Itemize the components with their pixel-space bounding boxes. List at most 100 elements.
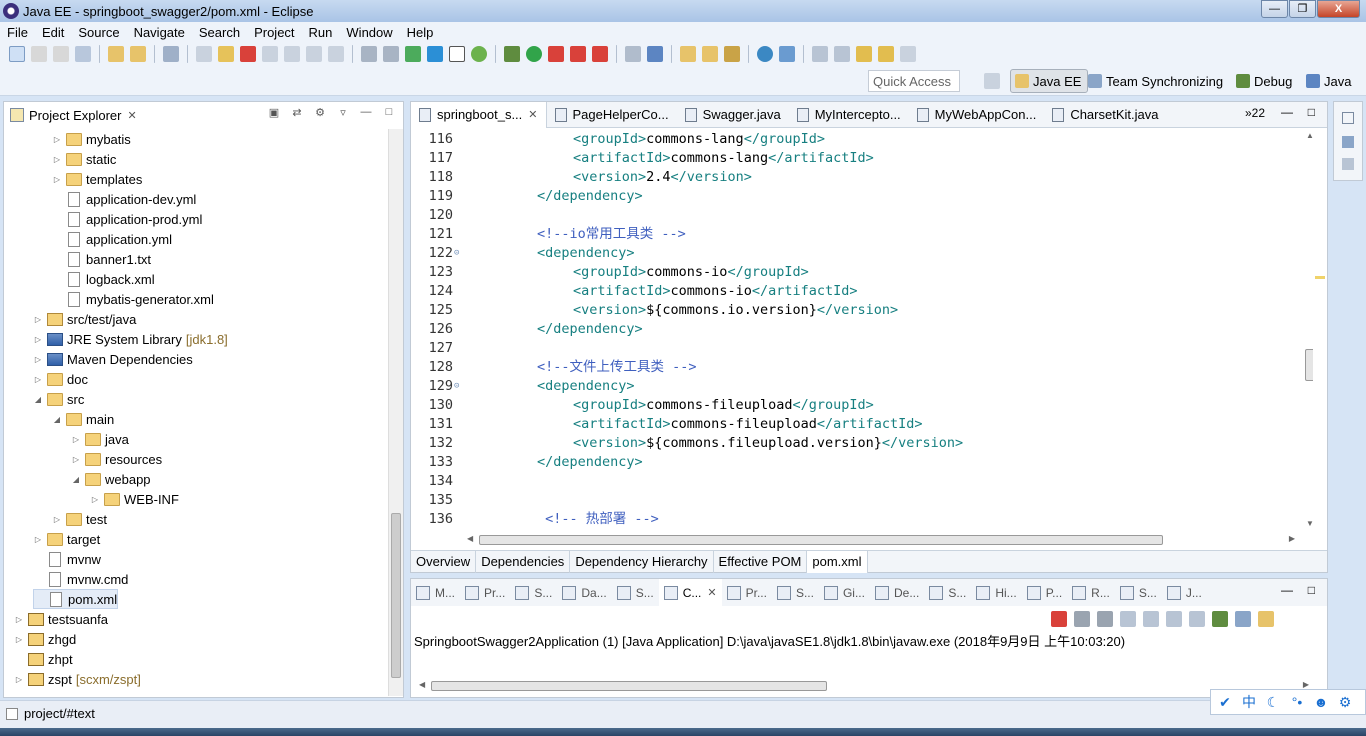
expand-arrow-icon[interactable]: ▷: [52, 175, 62, 184]
close-icon[interactable]: ✕: [528, 108, 537, 121]
back-icon[interactable]: [878, 46, 894, 62]
tree-item[interactable]: banner1.txt: [52, 249, 151, 269]
console-view-tab[interactable]: Gi...: [819, 579, 870, 606]
tree-item[interactable]: ▷ resources: [71, 449, 162, 469]
warning-marker[interactable]: [1315, 276, 1325, 279]
tree-item[interactable]: ▷ zhgd: [14, 629, 76, 649]
expand-arrow-icon[interactable]: ▷: [52, 515, 62, 524]
web-browser-icon[interactable]: [779, 46, 795, 62]
expand-arrow-icon[interactable]: ▷: [14, 675, 24, 684]
new-icon[interactable]: [9, 46, 25, 62]
menu-run[interactable]: Run: [302, 25, 340, 40]
open-resource-icon[interactable]: [702, 46, 718, 62]
task-list-icon[interactable]: [1342, 158, 1354, 170]
console-view-tab[interactable]: Pr...: [460, 579, 510, 606]
minimize-view-icon[interactable]: —: [358, 106, 374, 122]
globe-icon[interactable]: [757, 46, 773, 62]
word-wrap-icon[interactable]: [1166, 611, 1182, 627]
tree-item[interactable]: ▷ Maven Dependencies: [33, 349, 193, 369]
remove-all-launches-icon[interactable]: [1097, 611, 1113, 627]
tree-item[interactable]: ▷ static: [52, 149, 116, 169]
pom-tab[interactable]: Overview: [411, 551, 477, 573]
refresh-icon[interactable]: [471, 46, 487, 62]
maximize-editor-icon[interactable]: □: [1308, 105, 1315, 119]
step-over-icon[interactable]: [306, 46, 322, 62]
console-view-tab[interactable]: Da...: [557, 579, 611, 606]
filter-icon[interactable]: ⚙: [312, 106, 328, 122]
text-a-icon[interactable]: [427, 46, 443, 62]
console-view-tab[interactable]: R...: [1067, 579, 1115, 606]
remove-launch-icon[interactable]: [1074, 611, 1090, 627]
debug-icon[interactable]: [504, 46, 520, 62]
expand-arrow-icon[interactable]: ▷: [33, 335, 43, 344]
link-with-editor-icon[interactable]: ⇄: [289, 106, 305, 122]
stop-server-icon[interactable]: [570, 46, 586, 62]
tree-item[interactable]: ◢ main: [52, 409, 114, 429]
expand-arrow-icon[interactable]: ▷: [52, 155, 62, 164]
menu-edit[interactable]: Edit: [35, 25, 71, 40]
tree-item[interactable]: ◢ webapp: [71, 469, 151, 489]
editor-tab-overflow[interactable]: »22: [1245, 106, 1265, 120]
expand-arrow-icon[interactable]: ▷: [33, 315, 43, 324]
console-view-tab[interactable]: P...: [1022, 579, 1067, 606]
tree-item[interactable]: ▷ WEB-INF: [90, 489, 179, 509]
view-menu-icon[interactable]: ▿: [335, 106, 351, 122]
minimize-editor-icon[interactable]: —: [1281, 105, 1293, 119]
scrollbar-thumb[interactable]: [431, 681, 827, 691]
console-view-tab[interactable]: S...: [1115, 579, 1162, 606]
maximize-console-icon[interactable]: □: [1308, 583, 1315, 597]
display-console-icon[interactable]: [1235, 611, 1251, 627]
tree-item[interactable]: application-dev.yml: [52, 189, 196, 209]
expand-arrow-icon[interactable]: ▷: [33, 375, 43, 384]
open-console-icon[interactable]: [1258, 611, 1274, 627]
editor-tab[interactable]: PageHelperCo...: [547, 102, 677, 128]
tree-item[interactable]: mvnw.cmd: [33, 569, 128, 589]
scroll-right-icon[interactable]: ▶: [1303, 680, 1309, 689]
code-editor[interactable]: 116 <groupId>commons-lang</groupId> 117 <ar…: [411, 129, 1303, 533]
tree-item[interactable]: ▷ JRE System Library [jdk1.8]: [33, 329, 228, 349]
open-type-icon[interactable]: [108, 46, 124, 62]
perspective-java[interactable]: Java: [1306, 69, 1351, 93]
expand-arrow-icon[interactable]: ▷: [71, 435, 81, 444]
tree-item[interactable]: zhpt: [14, 649, 73, 669]
ime-user-icon[interactable]: ☻: [1311, 694, 1331, 710]
project-explorer-scrollbar[interactable]: [388, 129, 403, 696]
tree-item[interactable]: ▷ src/test/java: [33, 309, 136, 329]
menu-navigate[interactable]: Navigate: [127, 25, 192, 40]
disconnect-icon[interactable]: [262, 46, 278, 62]
pom-tab[interactable]: Effective POM: [714, 551, 808, 573]
open-task-icon[interactable]: [130, 46, 146, 62]
expand-arrow-icon[interactable]: ▷: [71, 455, 81, 464]
search-tool-icon[interactable]: [724, 46, 740, 62]
tree-item[interactable]: mvnw: [33, 549, 101, 569]
toggle-block-selection-icon[interactable]: [449, 46, 465, 62]
expand-arrow-icon[interactable]: ▷: [14, 615, 24, 624]
tree-item[interactable]: ▷ mybatis: [52, 129, 131, 149]
console-view-tab[interactable]: Hi...: [971, 579, 1021, 606]
collapse-all-icon[interactable]: ▣: [266, 106, 282, 122]
expand-arrow-icon[interactable]: ◢: [52, 415, 62, 424]
console-horizontal-scrollbar[interactable]: ◀ ▶: [417, 679, 1313, 693]
menu-window[interactable]: Window: [339, 25, 399, 40]
terminate-icon[interactable]: [240, 46, 256, 62]
chart-icon[interactable]: [405, 46, 421, 62]
tree-item[interactable]: ▷ testsuanfa: [14, 609, 108, 629]
tree-item[interactable]: mybatis-generator.xml: [52, 289, 214, 309]
close-icon[interactable]: ✕: [127, 109, 136, 122]
show-console-icon[interactable]: [1189, 611, 1205, 627]
console-view-tab[interactable]: S...: [612, 579, 659, 606]
console-view-tab[interactable]: Pr...: [722, 579, 772, 606]
expand-arrow-icon[interactable]: ▷: [52, 135, 62, 144]
fold-toggle-icon[interactable]: ⊝: [454, 244, 464, 263]
editor-tab[interactable]: CharsetKit.java: [1044, 102, 1166, 128]
print-icon[interactable]: [75, 46, 91, 62]
tree-item[interactable]: ▷ doc: [33, 369, 88, 389]
menu-file[interactable]: File: [0, 25, 35, 40]
editor-horizontal-scrollbar[interactable]: ◀ ▶: [465, 533, 1303, 547]
close-icon[interactable]: ✕: [707, 586, 716, 599]
scrollbar-thumb[interactable]: [391, 513, 401, 678]
outline-icon[interactable]: [1342, 136, 1354, 148]
tree-item[interactable]: application-prod.yml: [52, 209, 202, 229]
menu-source[interactable]: Source: [71, 25, 126, 40]
terminate-icon[interactable]: [1051, 611, 1067, 627]
